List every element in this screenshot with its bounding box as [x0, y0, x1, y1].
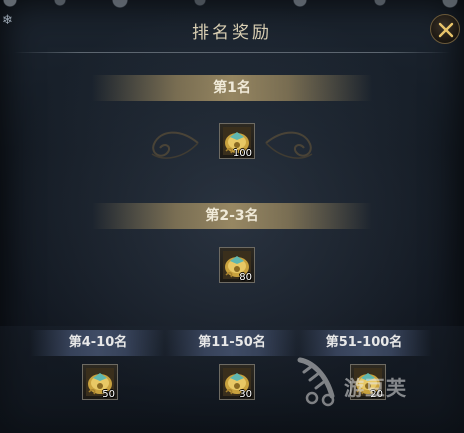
tier-1-label: 第1名: [213, 80, 251, 96]
ranking-rewards-panel: ❄ 排名奖励 第1名 100 第2-3名 80 第4-10名 50 第11-50…: [0, 0, 464, 433]
tier-2-banner: 第2-3名: [92, 203, 372, 229]
close-button[interactable]: [430, 14, 460, 44]
tier-3-banner: 第4-10名: [30, 330, 166, 356]
frost-border: [0, 0, 464, 14]
panel-title: 排名奖励: [192, 23, 272, 43]
tier-1-reward-item[interactable]: 100: [219, 123, 255, 159]
tier-4-label: 第11-50名: [198, 335, 266, 350]
tier-2-reward-count: 80: [239, 272, 252, 283]
right-flourish-ornament: [265, 131, 313, 159]
tier-1-reward-count: 100: [232, 148, 252, 159]
title-divider: [14, 52, 450, 53]
tier-3-reward-item[interactable]: 50: [82, 364, 118, 400]
watermark-text: 游豆芙: [344, 376, 407, 400]
tier-4-banner: 第11-50名: [164, 330, 300, 356]
site-watermark: 游豆芙: [292, 352, 442, 412]
left-flourish-ornament: [151, 131, 199, 159]
tier-4-reward-count: 30: [239, 389, 252, 400]
tier-2-label: 第2-3名: [205, 208, 259, 224]
tier-5-label: 第51-100名: [325, 335, 403, 350]
tier-4-reward-item[interactable]: 30: [219, 364, 255, 400]
close-x-icon: [438, 22, 454, 38]
tier-2-reward-item[interactable]: 80: [219, 247, 255, 283]
watermark-logo-icon: [297, 357, 335, 407]
tier-1-banner: 第1名: [92, 75, 372, 101]
tier-3-label: 第4-10名: [68, 335, 128, 350]
tier-3-reward-count: 50: [102, 389, 115, 400]
